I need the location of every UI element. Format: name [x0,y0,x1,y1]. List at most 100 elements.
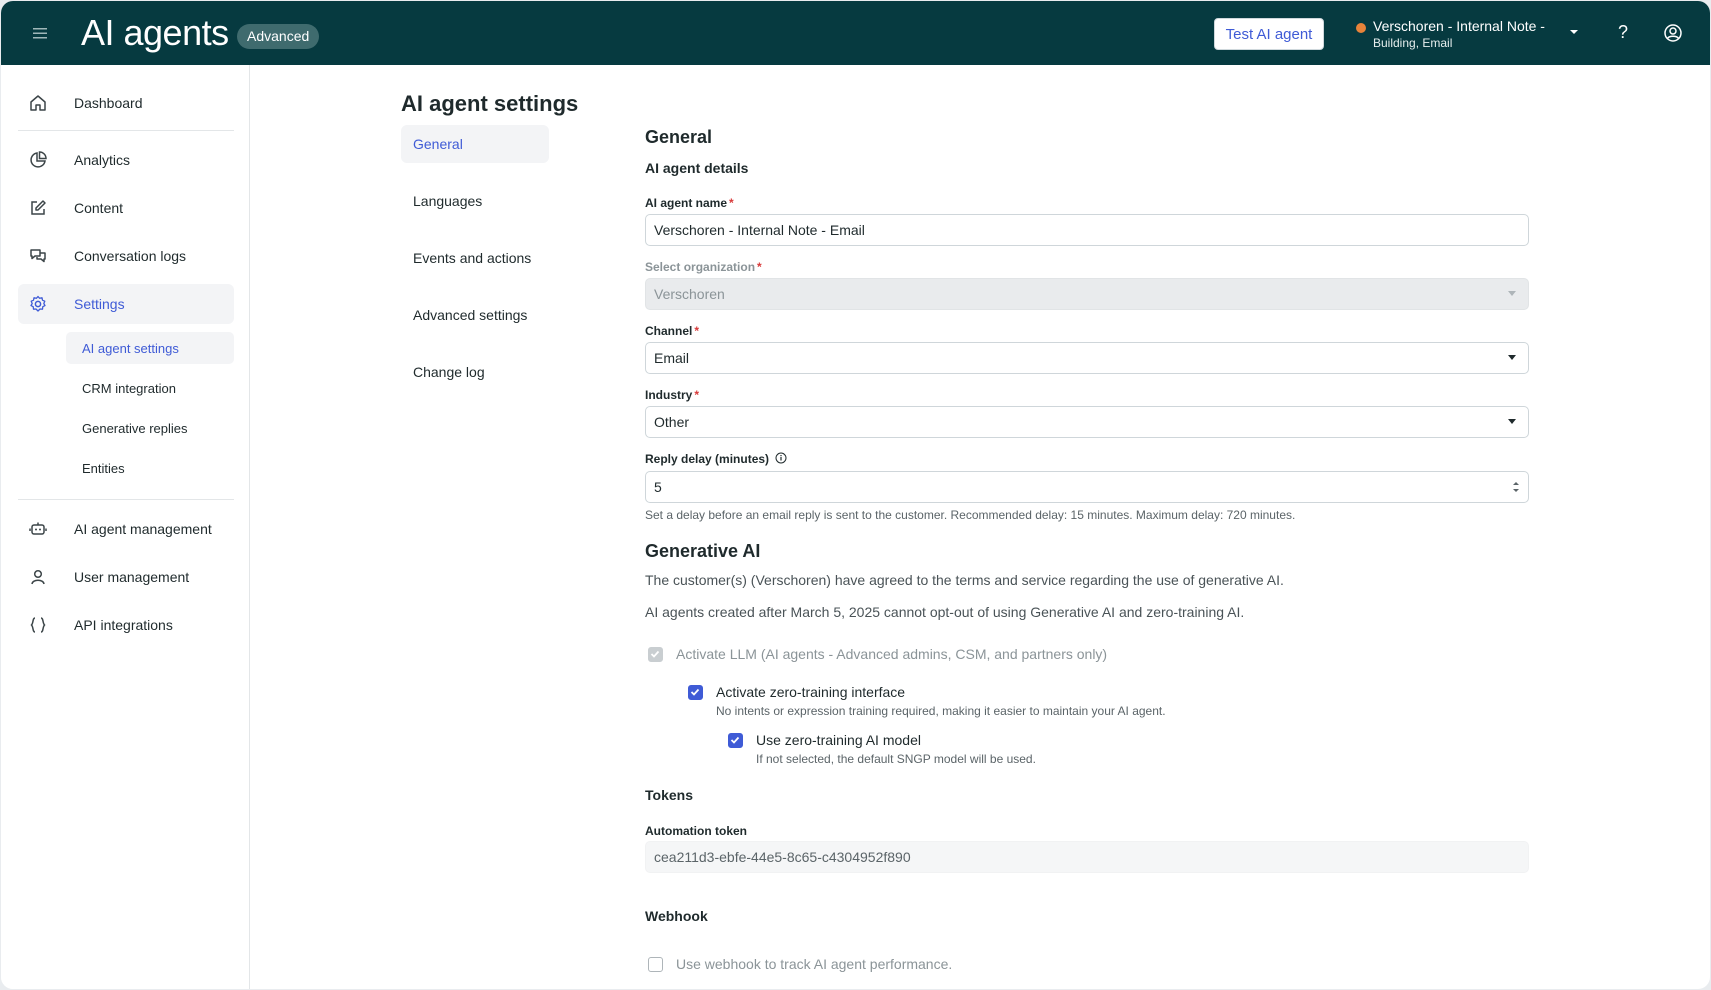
sidebar-subitem-label: Generative replies [82,421,188,436]
user-icon [31,569,45,585]
sidebar-item-label: AI agent management [74,521,212,537]
zero-training-model-label: Use zero-training AI model [756,732,921,748]
sidebar-item-label: Analytics [74,152,131,168]
sidebar-subitem-label: CRM integration [82,381,176,396]
activate-llm-label: Activate LLM (AI agents - Advanced admin… [676,646,1108,662]
hamburger-menu-icon[interactable] [31,23,51,43]
general-heading: General [645,127,713,147]
zero-training-interface-desc: No intents or expression training requir… [716,704,1166,718]
tab-change-log[interactable]: Change log [401,353,549,391]
sidebar-item-user-management[interactable]: User management [18,557,234,597]
sidebar-subitem-entities[interactable]: Entities [66,452,234,484]
organization-select-value: Verschoren [654,286,725,302]
sidebar-item-label: User management [74,569,190,585]
sidebar-subitem-crm-integration[interactable]: CRM integration [66,372,234,404]
chat-icon [30,249,46,263]
automation-token-field[interactable]: cea211d3-ebfe-44e5-8c65-c4304952f890 [645,841,1529,873]
sidebar-subitem-ai-agent-settings[interactable]: AI agent settings [66,332,234,364]
automation-token-label: Automation token [645,824,747,838]
zero-training-model-desc: If not selected, the default SNGP model … [756,752,1036,766]
org-status-dot [1356,23,1366,33]
checkmark-icon [730,736,740,744]
webhook-heading: Webhook [645,908,708,924]
sidebar-divider [18,130,234,131]
page-title: AI agent settings [401,91,579,116]
sidebar-item-analytics[interactable]: Analytics [18,140,234,180]
channel-label: Channel * [645,324,700,338]
app-window: AI agents Advanced Test AI agent Verscho… [1,1,1710,989]
reply-delay-value: 5 [654,479,662,495]
tab-label: Events and actions [413,250,532,266]
sidebar-item-api-integrations[interactable]: API integrations [18,605,234,645]
account-icon[interactable] [1663,23,1683,43]
sidebar-item-settings[interactable]: Settings [18,284,234,324]
industry-label: Industry * [645,388,700,402]
tab-label: General [413,136,463,152]
zero-training-model-checkbox[interactable] [728,733,743,748]
org-selector[interactable]: Verschoren - Internal Note - Building, E… [1356,18,1586,50]
industry-select-value: Other [654,414,690,430]
sidebar-item-content[interactable]: Content [18,188,234,228]
use-webhook-label: Use webhook to track AI agent performanc… [676,956,953,972]
use-webhook-checkbox[interactable] [648,957,663,972]
sidebar-subitem-label: AI agent settings [82,341,179,356]
app-title: AI agents [81,12,229,53]
tokens-heading: Tokens [645,787,693,803]
zero-training-interface-checkbox[interactable] [688,685,703,700]
org-name: Verschoren - Internal Note - [1373,18,1545,34]
tab-general[interactable]: General [401,125,549,163]
tab-languages[interactable]: Languages [401,182,549,220]
ai-agent-name-label: AI agent name * [645,196,734,210]
sidebar-item-conversation-logs[interactable]: Conversation logs [18,236,234,276]
chevron-down-icon [1570,30,1578,34]
home-icon [30,95,46,111]
generative-ai-heading: Generative AI [645,541,761,561]
sidebar-item-label: Conversation logs [74,248,187,264]
activate-llm-checkbox [648,647,663,662]
braces-icon [30,617,46,633]
channel-select[interactable]: Email [645,342,1529,374]
sidebar-item-label: Dashboard [74,95,143,111]
sidebar: Dashboard Analytics Content Conversation… [1,65,250,989]
sidebar-item-label: API integrations [74,617,173,633]
sidebar-item-label: Content [74,200,124,216]
edit-icon [31,200,46,215]
ai-agent-name-input[interactable]: Verschoren - Internal Note - Email [645,214,1529,246]
sidebar-divider [18,499,234,500]
reply-delay-help: Set a delay before an email reply is sen… [645,508,1296,522]
sidebar-item-dashboard[interactable]: Dashboard [18,83,234,123]
top-bar: AI agents Advanced Test AI agent Verscho… [1,1,1710,65]
pie-chart-icon [30,151,47,168]
sidebar-subitem-label: Entities [82,461,125,476]
webhook-checkbox-row: Use webhook to track AI agent performanc… [648,956,1248,976]
industry-select[interactable]: Other [645,406,1529,438]
zero-training-model-row: Use zero-training AI model If not select… [728,732,1428,766]
help-icon[interactable]: ? [1613,22,1633,44]
sidebar-subitem-generative-replies[interactable]: Generative replies [66,412,234,444]
tab-advanced-settings[interactable]: Advanced settings [401,296,549,334]
tab-label: Languages [413,193,483,209]
sidebar-item-label: Settings [74,296,125,312]
test-ai-agent-button[interactable]: Test AI agent [1214,18,1324,50]
sidebar-item-ai-agent-management[interactable]: AI agent management [18,509,234,549]
tab-events-and-actions[interactable]: Events and actions [401,239,549,277]
channel-select-value: Email [654,350,690,366]
plan-badge: Advanced [237,24,320,49]
gear-icon [30,295,46,312]
org-subtitle: Building, Email [1373,36,1453,50]
number-stepper-icon[interactable] [1512,479,1520,495]
reply-delay-input[interactable]: 5 [645,471,1529,503]
generative-ai-consent-text: The customer(s) (Verschoren) have agreed… [645,572,1284,588]
tab-label: Change log [413,364,485,380]
ai-agent-details-heading: AI agent details [645,160,749,176]
robot-icon [29,522,47,535]
chevron-down-icon [1508,291,1516,296]
zero-training-interface-label: Activate zero-training interface [716,684,906,700]
checkmark-icon [650,650,660,658]
organization-select: Verschoren [645,278,1529,310]
checkmark-icon [690,688,700,696]
zero-training-interface-row: Activate zero-training interface No inte… [688,684,1388,718]
info-icon[interactable] [775,452,787,464]
tab-label: Advanced settings [413,307,528,323]
activate-llm-checkbox-row: Activate LLM (AI agents - Advanced admin… [648,646,1348,666]
